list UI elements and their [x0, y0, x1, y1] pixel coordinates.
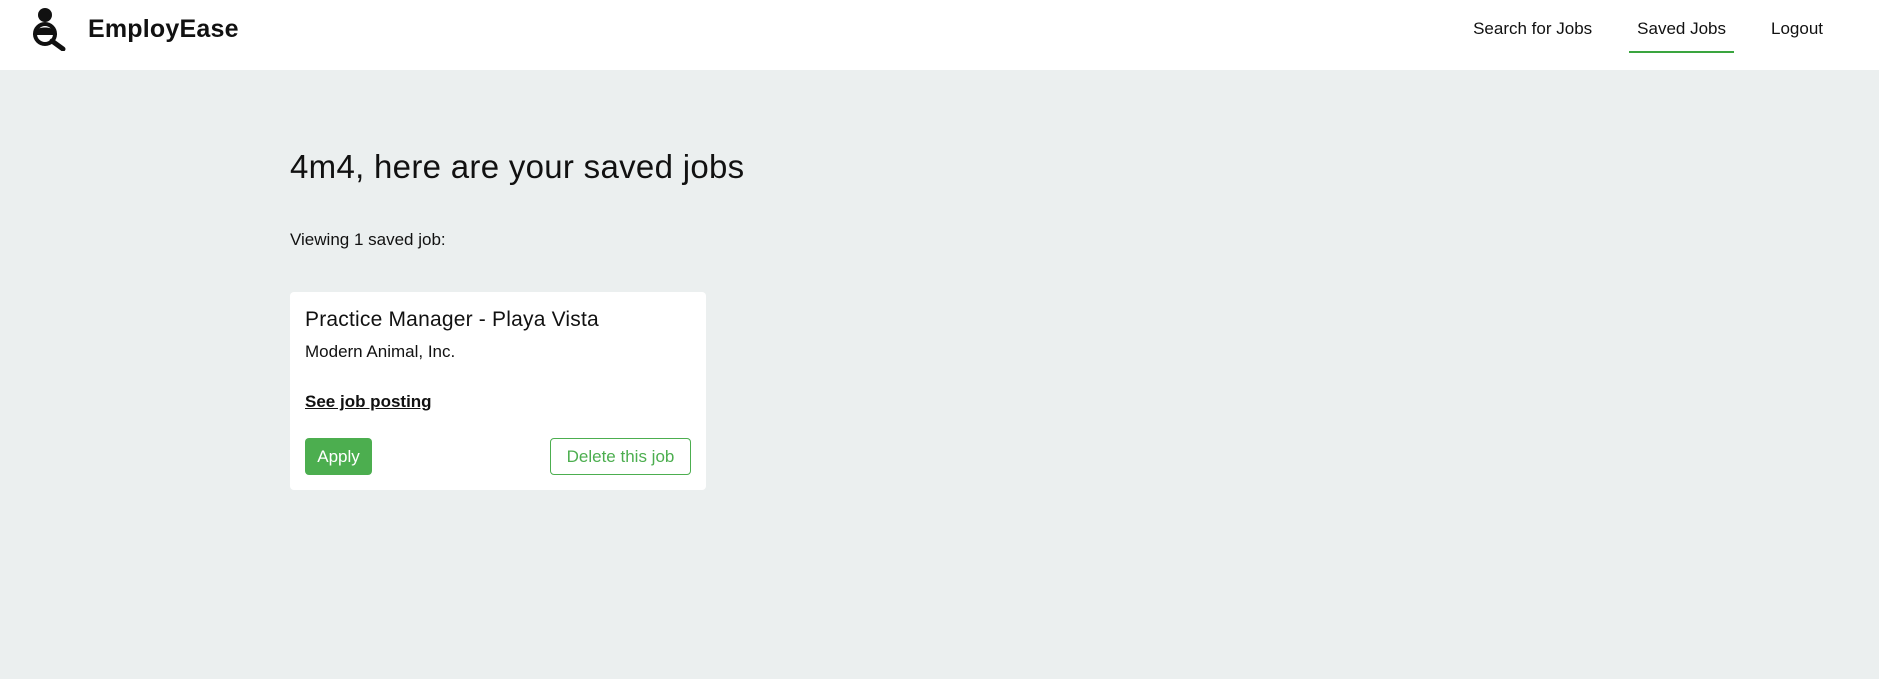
page-title: 4m4, here are your saved jobs — [290, 148, 745, 185]
brand-logo-link[interactable]: EmployEase — [30, 7, 239, 51]
top-navbar: EmployEase Search for Jobs Saved Jobs Lo… — [0, 0, 1879, 70]
saved-count-text: Viewing 1 saved job: — [290, 230, 446, 249]
person-magnifier-icon — [33, 8, 66, 51]
nav-saved-jobs[interactable]: Saved Jobs — [1629, 0, 1734, 53]
nav-search-for-jobs[interactable]: Search for Jobs — [1465, 0, 1600, 53]
nav-logout[interactable]: Logout — [1763, 0, 1831, 53]
see-job-posting-link[interactable]: See job posting — [305, 392, 432, 412]
delete-job-button[interactable]: Delete this job — [550, 438, 691, 475]
job-title: Practice Manager - Playa Vista — [305, 308, 599, 331]
job-company: Modern Animal, Inc. — [305, 342, 456, 361]
apply-button[interactable]: Apply — [305, 438, 372, 475]
main-nav: Search for Jobs Saved Jobs Logout — [1436, 0, 1831, 70]
job-card: Practice Manager - Playa Vista Modern An… — [290, 292, 706, 490]
brand-name: EmployEase — [88, 14, 239, 43]
